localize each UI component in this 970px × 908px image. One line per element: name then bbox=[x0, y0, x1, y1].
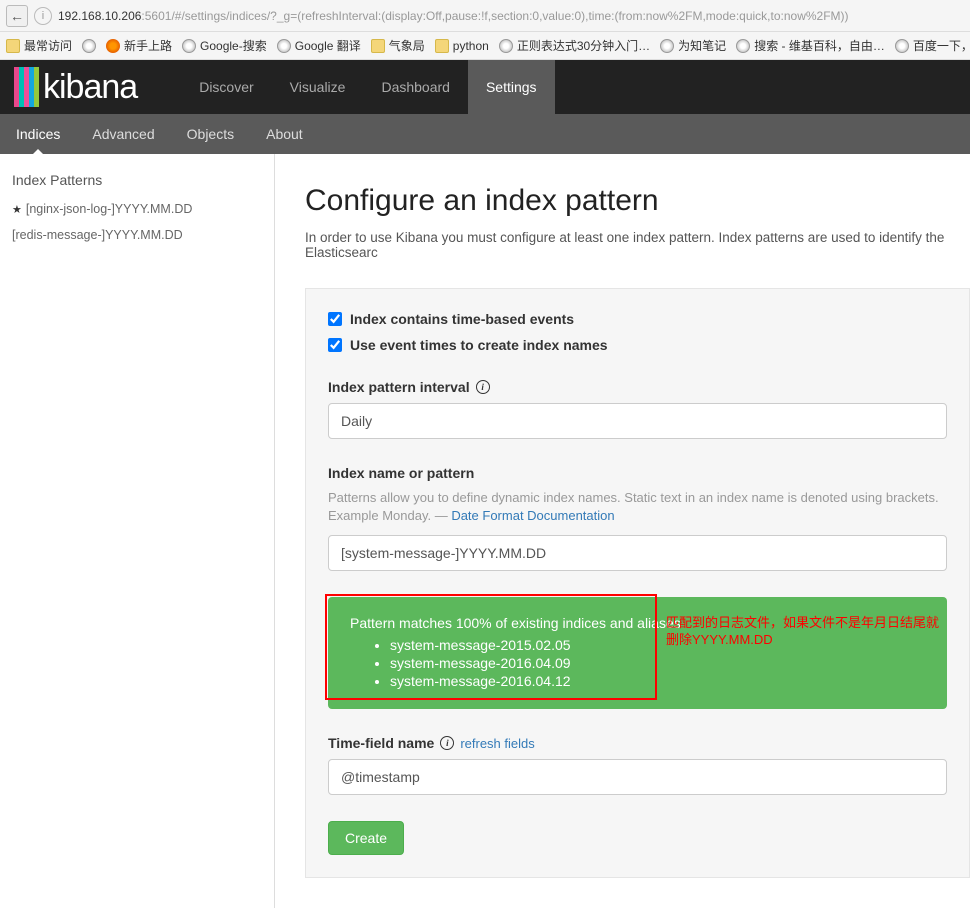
interval-select[interactable]: Daily bbox=[328, 403, 947, 439]
match-item: system-message-2016.04.12 bbox=[390, 673, 925, 689]
bookmark-item[interactable]: Google 翻译 bbox=[277, 37, 361, 54]
timefield-label: Time-field name bbox=[328, 735, 434, 751]
index-pattern-item[interactable]: [redis-message-]YYYY.MM.DD bbox=[0, 222, 274, 248]
bookmark-item[interactable]: Google-搜索 bbox=[182, 37, 267, 54]
firefox-icon bbox=[106, 39, 120, 53]
globe-icon bbox=[277, 39, 291, 53]
settings-sub-nav: IndicesAdvancedObjectsAbout bbox=[0, 114, 970, 154]
globe-icon bbox=[82, 39, 96, 53]
info-icon[interactable]: i bbox=[34, 7, 52, 25]
index-name-help: Patterns allow you to define dynamic ind… bbox=[328, 489, 947, 525]
nav-discover[interactable]: Discover bbox=[181, 60, 271, 114]
subnav-advanced[interactable]: Advanced bbox=[76, 114, 170, 154]
bookmark-item[interactable]: 气象局 bbox=[371, 37, 425, 54]
kibana-logo[interactable]: kibana bbox=[0, 60, 151, 114]
annotation-note: 匹配到的日志文件，如果文件不是年月日结尾就删除YYYY.MM.DD bbox=[666, 615, 947, 649]
page-subtitle: In order to use Kibana you must configur… bbox=[305, 230, 970, 260]
bookmark-item[interactable]: 新手上路 bbox=[106, 37, 172, 54]
match-item: system-message-2016.04.09 bbox=[390, 655, 925, 671]
globe-icon bbox=[182, 39, 196, 53]
url-host: 192.168.10.206 bbox=[58, 9, 141, 23]
date-format-doc-link[interactable]: Date Format Documentation bbox=[451, 508, 614, 523]
timefield-select[interactable]: @timestamp bbox=[328, 759, 947, 795]
interval-label: Index pattern interval bbox=[328, 379, 470, 395]
globe-icon bbox=[736, 39, 750, 53]
subnav-about[interactable]: About bbox=[250, 114, 319, 154]
index-name-label: Index name or pattern bbox=[328, 465, 474, 481]
folder-icon bbox=[6, 39, 20, 53]
nav-visualize[interactable]: Visualize bbox=[272, 60, 364, 114]
url-port: :5601 bbox=[141, 9, 171, 23]
main-content: Configure an index pattern In order to u… bbox=[275, 154, 970, 908]
bookmark-item[interactable]: python bbox=[435, 39, 489, 53]
sidebar: Index Patterns ★[nginx-json-log-]YYYY.MM… bbox=[0, 154, 275, 908]
event-times-checkbox[interactable] bbox=[328, 338, 342, 352]
event-times-label: Use event times to create index names bbox=[350, 337, 608, 353]
bookmark-item[interactable] bbox=[82, 39, 96, 53]
time-based-checkbox[interactable] bbox=[328, 312, 342, 326]
info-icon[interactable]: i bbox=[440, 736, 454, 750]
logo-text: kibana bbox=[43, 68, 137, 107]
globe-icon bbox=[660, 39, 674, 53]
time-based-label: Index contains time-based events bbox=[350, 311, 574, 327]
page-title: Configure an index pattern bbox=[305, 184, 970, 218]
index-pattern-item[interactable]: ★[nginx-json-log-]YYYY.MM.DD bbox=[0, 196, 274, 222]
url-field[interactable]: 192.168.10.206:5601/#/settings/indices/?… bbox=[58, 9, 964, 23]
kibana-top-nav: kibana DiscoverVisualizeDashboardSetting… bbox=[0, 60, 970, 114]
nav-dashboard[interactable]: Dashboard bbox=[363, 60, 468, 114]
url-path: /#/settings/indices/?_g=(refreshInterval… bbox=[171, 9, 848, 23]
bookmark-item[interactable]: 搜索 - 维基百科，自由… bbox=[736, 37, 885, 54]
nav-settings[interactable]: Settings bbox=[468, 60, 555, 114]
folder-icon bbox=[371, 39, 385, 53]
subnav-indices[interactable]: Indices bbox=[0, 114, 76, 154]
globe-icon bbox=[499, 39, 513, 53]
nav-items: DiscoverVisualizeDashboardSettings bbox=[181, 60, 554, 114]
logo-stripes-icon bbox=[14, 67, 39, 107]
form-box: Index contains time-based events Use eve… bbox=[305, 288, 970, 878]
match-panel: Pattern matches 100% of existing indices… bbox=[328, 597, 947, 709]
create-button[interactable]: Create bbox=[328, 821, 404, 855]
bookmark-item[interactable]: 最常访问 bbox=[6, 37, 72, 54]
browser-address-bar: ← i 192.168.10.206:5601/#/settings/indic… bbox=[0, 0, 970, 32]
globe-icon bbox=[895, 39, 909, 53]
bookmark-item[interactable]: 正则表达式30分钟入门… bbox=[499, 37, 650, 54]
sidebar-title: Index Patterns bbox=[0, 164, 274, 196]
index-name-input[interactable] bbox=[328, 535, 947, 571]
star-icon: ★ bbox=[12, 203, 22, 216]
bookmark-item[interactable]: 百度一下，你 bbox=[895, 37, 970, 54]
folder-icon bbox=[435, 39, 449, 53]
refresh-fields-link[interactable]: refresh fields bbox=[460, 736, 534, 751]
bookmark-item[interactable]: 为知笔记 bbox=[660, 37, 726, 54]
info-icon[interactable]: i bbox=[476, 380, 490, 394]
subnav-objects[interactable]: Objects bbox=[171, 114, 250, 154]
bookmarks-bar: 最常访问 新手上路 Google-搜索 Google 翻译气象局 python 正则表达式… bbox=[0, 32, 970, 60]
back-button[interactable]: ← bbox=[6, 5, 28, 27]
